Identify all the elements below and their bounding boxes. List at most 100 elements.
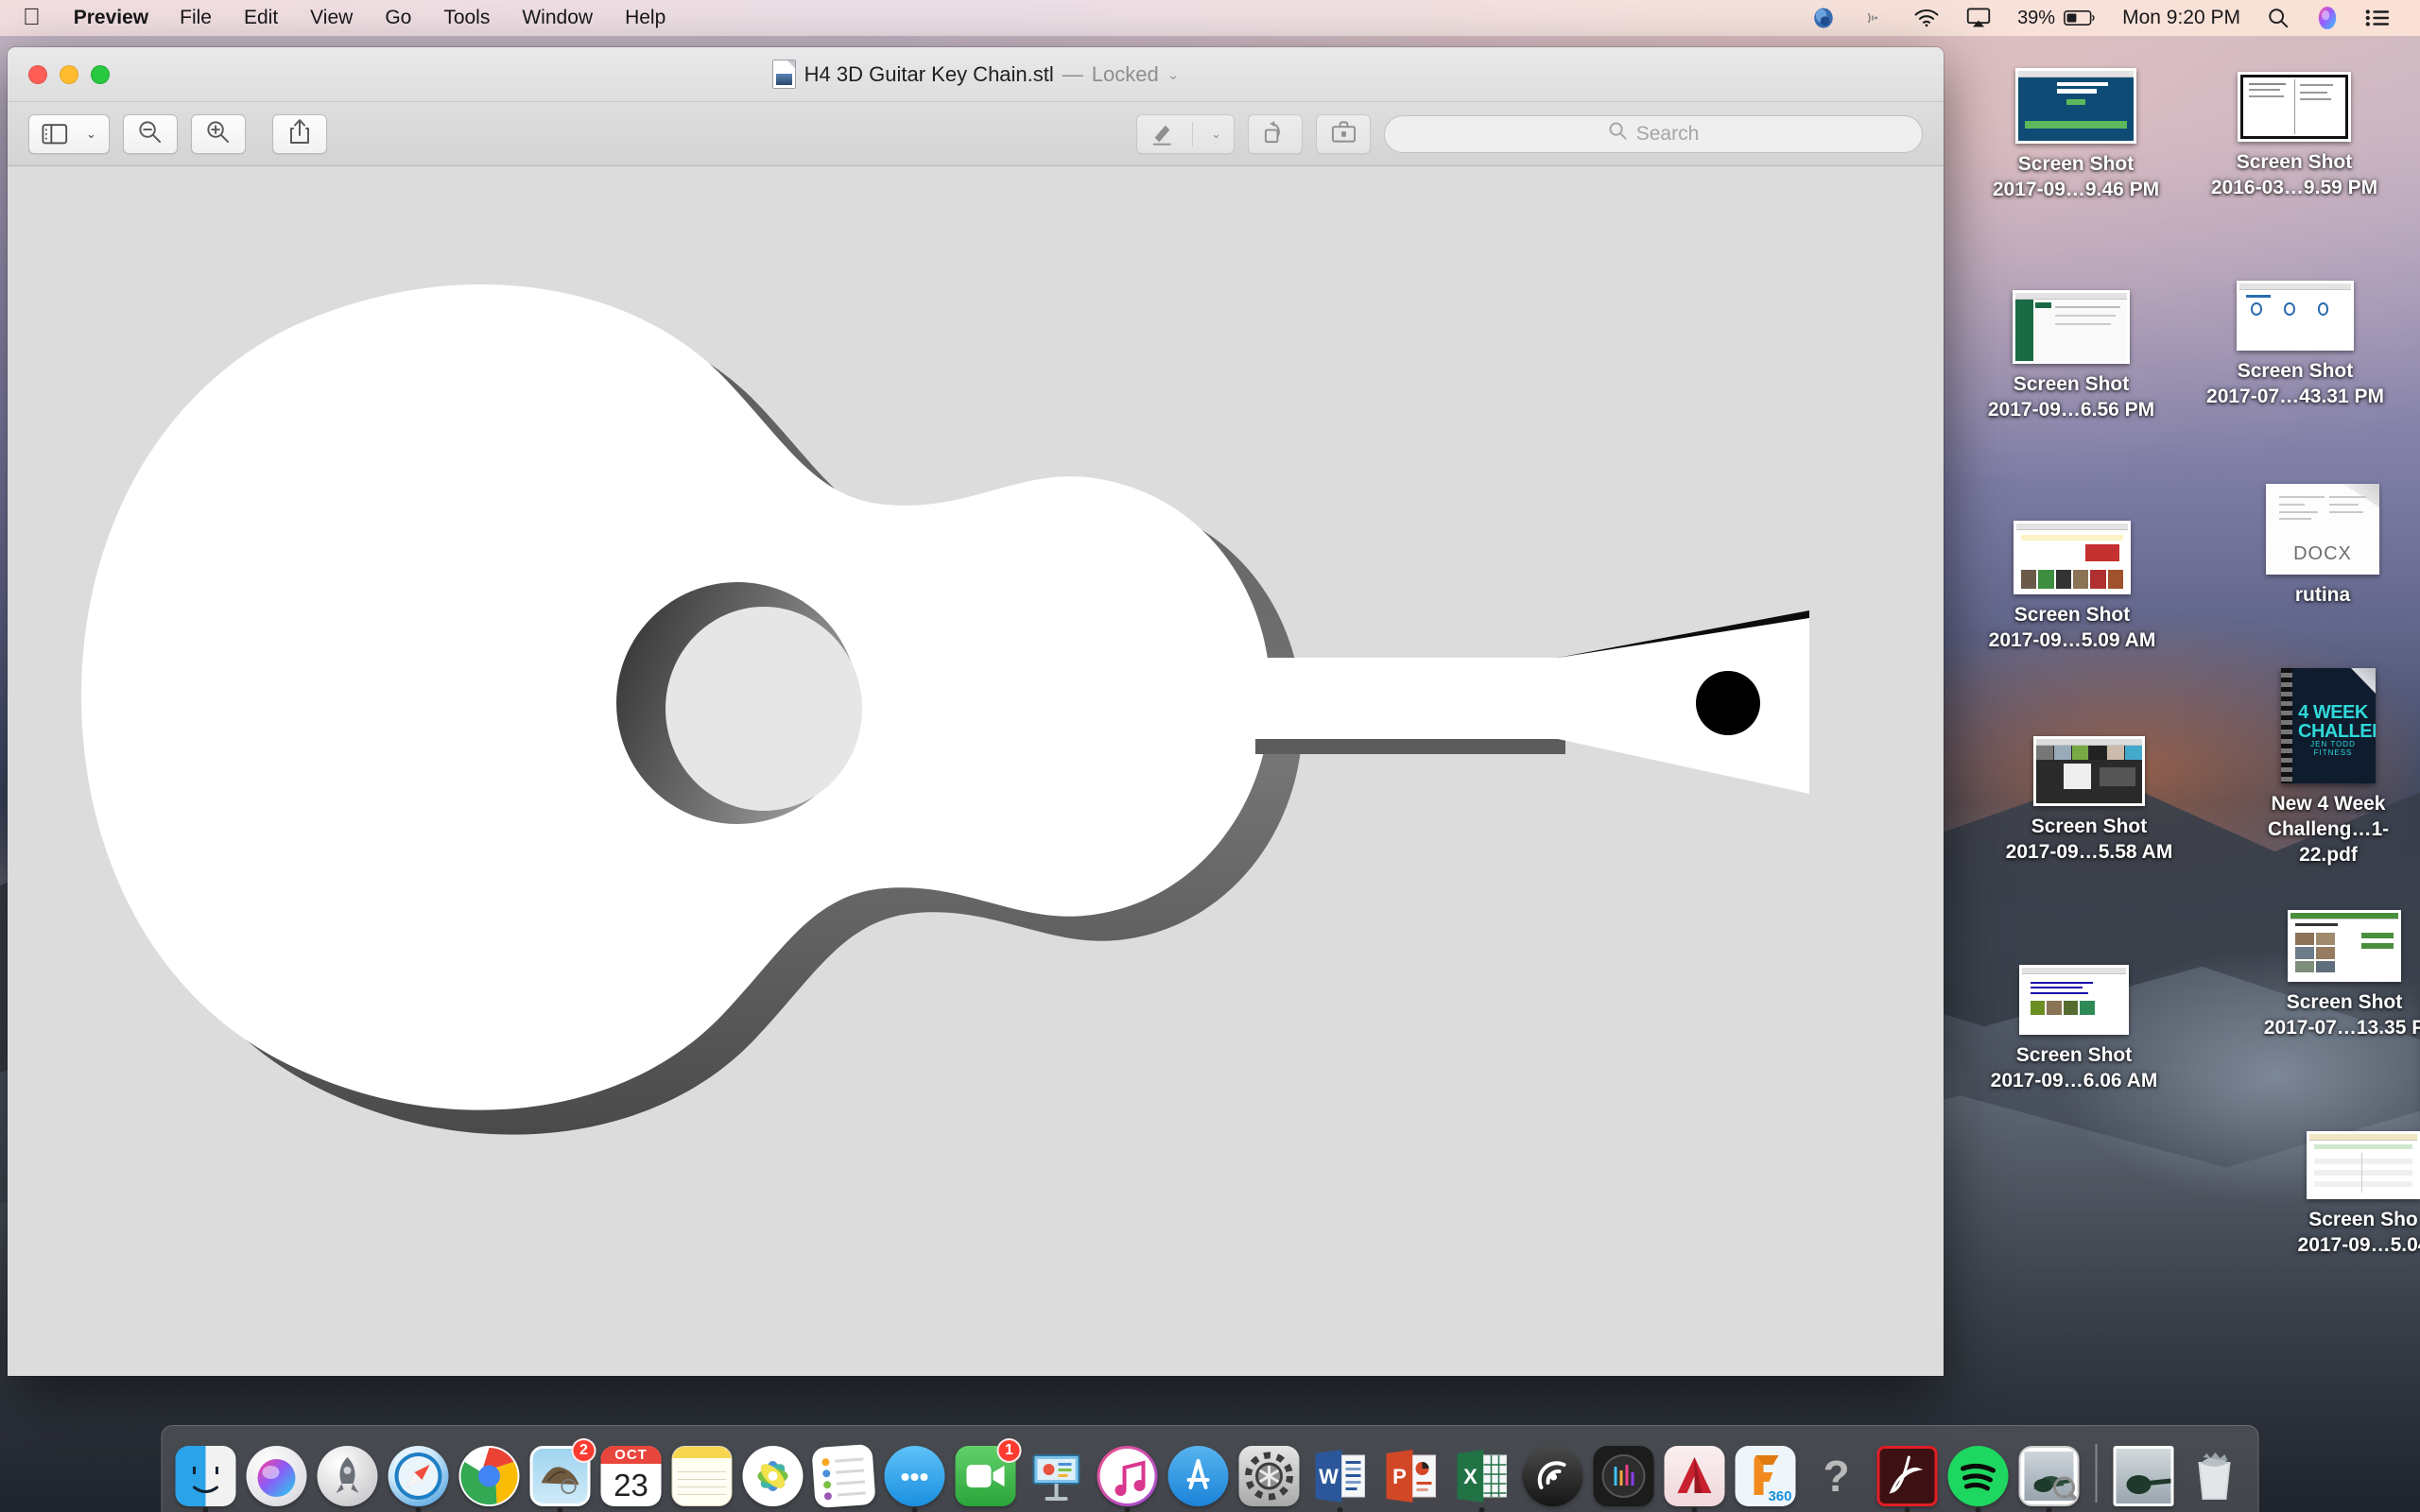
dock-item-acrobat[interactable]	[1876, 1442, 1940, 1512]
sidebar-toggle-button[interactable]: ⌄	[28, 113, 110, 154]
desktop-icon-label: rutina	[2295, 583, 2350, 609]
markup-chevron-glyph: ⌄	[1211, 126, 1221, 141]
dock-item-messages[interactable]	[883, 1442, 947, 1512]
dock-item-facetime[interactable]: 1	[954, 1438, 1022, 1506]
zoom-button[interactable]	[91, 64, 110, 84]
window-titlebar[interactable]: H4 3D Guitar Key Chain.stl — Locked ⌄	[8, 47, 1944, 102]
sidebar-chevron-down-icon[interactable]: ⌄	[86, 115, 109, 153]
search-icon	[1608, 121, 1628, 146]
dock-item-itunes[interactable]	[1096, 1442, 1160, 1512]
running-indicator	[1478, 1507, 1485, 1512]
dock-item-spotify[interactable]	[1946, 1442, 2011, 1512]
menu-item-tools[interactable]: Tools	[427, 0, 506, 36]
running-indicator	[1337, 1507, 1343, 1512]
desktop-icon[interactable]: Screen Shot 2017-07…13.35 P	[2255, 910, 2420, 1041]
screenshot-thumbnail	[2013, 290, 2130, 364]
dock-item-keynote[interactable]	[1025, 1442, 1089, 1506]
spiral-binding	[2281, 668, 2292, 783]
desktop-icon[interactable]: 4 WEEKCHALLENGE JEN TODD FITNESS New 4 W…	[2238, 668, 2418, 868]
dock-item-calendar[interactable]: OCT 23	[599, 1442, 664, 1506]
menu-bar-status-area: 39% Mon 9:20 PM	[1798, 0, 2420, 36]
desktop-icon-label-line1: Screen Shot	[2014, 604, 2131, 626]
search-field[interactable]: Search	[1384, 114, 1923, 153]
menu-item-help[interactable]: Help	[609, 0, 682, 36]
dock-item-help-question[interactable]: ?	[1805, 1442, 1869, 1506]
dock-badge: 2	[571, 1438, 596, 1463]
dock-badge: 1	[996, 1438, 1022, 1463]
apple-logo-icon[interactable]: 	[0, 0, 59, 36]
guitar-keychain-3d-model[interactable]	[8, 166, 1944, 1376]
dock-item-shazam[interactable]	[1521, 1442, 1585, 1506]
toolbar-right-group: ⌄ Search	[1136, 113, 1923, 154]
dock-item-safari[interactable]	[387, 1442, 451, 1512]
dock-item-minimized-window-thumbnail[interactable]	[2112, 1442, 2176, 1506]
menubar-clock[interactable]: Mon 9:20 PM	[2109, 0, 2254, 36]
markup-button[interactable]: ⌄	[1136, 113, 1235, 154]
menu-item-file[interactable]: File	[164, 0, 228, 36]
share-button[interactable]	[271, 113, 327, 154]
dock-item-audio-mixer[interactable]	[1592, 1442, 1656, 1506]
rotate-left-button[interactable]	[1248, 113, 1303, 154]
dock-item-reminders[interactable]	[811, 1442, 876, 1509]
desktop-icon-label: Screen Shot 2017-07…13.35 P	[2264, 990, 2420, 1041]
desktop-icon[interactable]: Screen Shot 2017-09…5.58 AM	[1999, 736, 2179, 866]
siri-icon[interactable]	[2303, 0, 2352, 36]
desktop-icon-label-line2: 2017-09…5.58 AM	[2005, 840, 2173, 863]
menu-item-edit[interactable]: Edit	[228, 0, 294, 36]
dock-item-photos[interactable]	[741, 1442, 805, 1506]
notification-center-icon[interactable]	[2352, 0, 2403, 36]
dock-item-mail[interactable]: 2	[528, 1438, 596, 1512]
document-canvas[interactable]	[8, 166, 1944, 1376]
desktop-icon[interactable]: DOCX rutina	[2233, 484, 2412, 609]
dock-item-launchpad[interactable]	[316, 1442, 380, 1506]
docx-file-icon: DOCX	[2266, 484, 2379, 575]
desktop-icon-label-line1: Screen Shot	[2031, 816, 2148, 837]
close-button[interactable]	[28, 64, 47, 84]
desktop-icon[interactable]: Screen Shot 2016-03…9.59 PM	[2204, 72, 2384, 201]
screenshot-thumbnail	[2014, 521, 2131, 594]
airdrop-icon[interactable]	[1849, 0, 1900, 36]
desktop-icon-label: New 4 Week Challeng…1-22.pdf	[2238, 792, 2418, 868]
toolbox-icon	[1331, 119, 1357, 148]
desktop-icon-label-line2: 2017-09…5.09 AM	[1988, 628, 2156, 651]
menu-item-view[interactable]: View	[294, 0, 369, 36]
chevron-down-icon[interactable]: ⌄	[1167, 66, 1180, 83]
dock-item-siri[interactable]	[245, 1442, 309, 1506]
dock-item-trash-full[interactable]	[2183, 1442, 2247, 1506]
markup-toolbox-button[interactable]	[1316, 113, 1371, 154]
wifi-icon[interactable]	[1900, 0, 1953, 36]
desktop-icon-label-line1: Screen Shot	[2015, 1044, 2133, 1066]
dock-item-chrome[interactable]	[458, 1442, 522, 1506]
desktop-icon[interactable]: Screen Shot 2017-09…9.46 PM	[1986, 68, 2166, 203]
dock-item-word[interactable]: W	[1308, 1442, 1373, 1512]
dock-item-app-store[interactable]	[1167, 1442, 1231, 1506]
dock-item-system-preferences[interactable]	[1237, 1442, 1302, 1506]
battery-status[interactable]: 39%	[2004, 0, 2109, 36]
dock-item-powerpoint[interactable]: P	[1379, 1442, 1443, 1506]
desktop-icon[interactable]: Screen Shot 2017-07…43.31 PM	[2205, 281, 2385, 410]
desktop-icon[interactable]: Screen Shot 2017-09…5.09 AM	[1982, 521, 2162, 654]
airplay-icon[interactable]	[1953, 0, 2004, 36]
dock-item-excel[interactable]: X	[1450, 1442, 1514, 1512]
minimize-button[interactable]	[60, 64, 78, 84]
menu-item-go[interactable]: Go	[369, 0, 427, 36]
dropbox-icon[interactable]	[1798, 0, 1849, 36]
dock-item-preview[interactable]	[2017, 1442, 2082, 1512]
spotlight-search-icon[interactable]	[2254, 0, 2303, 36]
desktop-icon-label-line1: Screen Shot	[2013, 373, 2130, 395]
zoom-out-button[interactable]	[122, 113, 178, 154]
dock-item-finder[interactable]	[174, 1442, 238, 1512]
markup-divider	[1192, 121, 1194, 146]
zoom-in-button[interactable]	[190, 113, 246, 154]
preview-window[interactable]: H4 3D Guitar Key Chain.stl — Locked ⌄ ⌄	[8, 47, 1944, 1376]
markup-chevron-down-icon[interactable]: ⌄	[1199, 115, 1234, 153]
dock-item-notes[interactable]	[670, 1442, 735, 1506]
desktop-icon[interactable]: Screen Sho 2017-09…5.04	[2273, 1131, 2420, 1259]
desktop-icon[interactable]: Screen Shot 2017-09…6.06 AM	[1984, 965, 2164, 1094]
dock-item-fusion-360[interactable]: 360	[1734, 1442, 1798, 1506]
running-indicator	[202, 1507, 209, 1512]
dock-item-autocad[interactable]	[1663, 1442, 1727, 1512]
menu-item-window[interactable]: Window	[506, 0, 609, 36]
menu-item-preview[interactable]: Preview	[59, 0, 164, 36]
desktop-icon[interactable]: Screen Shot 2017-09…6.56 PM	[1981, 290, 2161, 423]
